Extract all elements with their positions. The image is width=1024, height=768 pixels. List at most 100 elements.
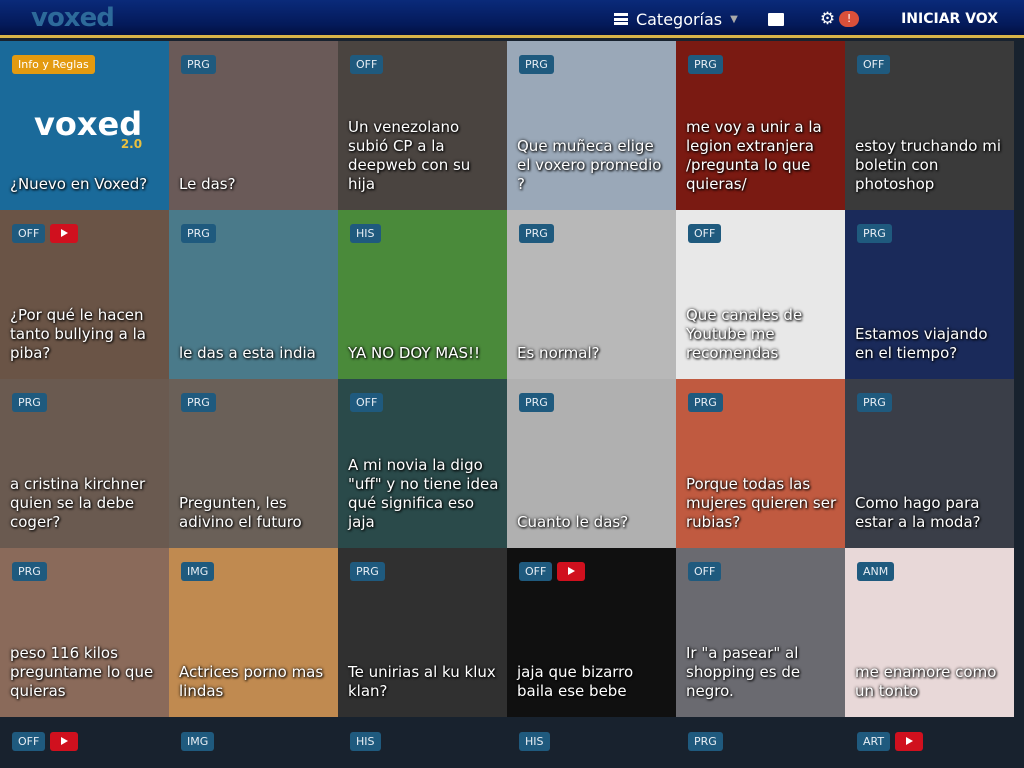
tile-title: Ir "a pasear" al shopping es de negro. bbox=[686, 644, 801, 700]
category-badge[interactable]: ANM bbox=[857, 562, 895, 581]
category-badge[interactable]: IMG bbox=[181, 562, 215, 581]
vox-tile[interactable]: HIS bbox=[338, 717, 507, 768]
category-badge[interactable]: PRG bbox=[519, 55, 554, 74]
tile-title: Le das? bbox=[179, 175, 236, 193]
voxed-logo-large: voxed 2.0 bbox=[34, 105, 143, 151]
tile-title: A mi novia la digo "uff" y no tiene idea… bbox=[348, 456, 499, 531]
vox-tile[interactable]: PRG Estamos viajando en el tiempo? bbox=[845, 210, 1014, 379]
tile-title: Como hago para estar a la moda? bbox=[855, 494, 981, 531]
youtube-icon bbox=[557, 562, 586, 581]
youtube-icon bbox=[895, 732, 924, 751]
vox-tile[interactable]: PRG peso 116 kilos preguntame lo que quie… bbox=[0, 548, 169, 717]
vox-tile[interactable]: IMG bbox=[169, 717, 338, 768]
category-badge[interactable]: PRG bbox=[181, 55, 216, 74]
category-badge[interactable]: OFF bbox=[688, 562, 722, 581]
vox-tile[interactable]: PRG bbox=[676, 717, 845, 768]
info-tile[interactable]: Info y Reglas voxed 2.0 ¿Nuevo en Voxed? bbox=[0, 41, 169, 210]
tile-title: ¿Por qué le hacen tanto bullying a la pi… bbox=[10, 306, 146, 362]
tile-title: me voy a unir a la legion extranjera /pr… bbox=[686, 118, 822, 193]
tile-title: a cristina kirchner quien se la debe cog… bbox=[10, 475, 146, 531]
top-navbar: voxed Categorías ▼ ⚙ ! INICIAR VOX bbox=[0, 0, 1024, 38]
vox-tile[interactable]: PRG Te unirias al ku klux klan? bbox=[338, 548, 507, 717]
tile-title: YA NO DOY MAS!! bbox=[348, 344, 481, 362]
vox-tile[interactable]: HIS bbox=[507, 717, 676, 768]
vox-tile[interactable]: PRG Que muñeca elige el voxero promedio ? bbox=[507, 41, 676, 210]
category-badge[interactable]: PRG bbox=[12, 562, 47, 581]
tile-title: Que muñeca elige el voxero promedio ? bbox=[517, 137, 662, 193]
category-badge[interactable]: PRG bbox=[688, 732, 723, 751]
vox-tile[interactable]: OFF estoy truchando mi boletin con photos… bbox=[845, 41, 1014, 210]
vox-tile[interactable]: OFF jaja que bizarro baila ese bebe bbox=[507, 548, 676, 717]
category-badge[interactable]: IMG bbox=[181, 732, 215, 751]
tile-title: Es normal? bbox=[517, 344, 600, 362]
category-badge[interactable]: HIS bbox=[350, 224, 381, 243]
vox-tile[interactable]: PRG me voy a unir a la legion extranjera … bbox=[676, 41, 845, 210]
vox-tile[interactable]: OFF Ir "a pasear" al shopping es de negro… bbox=[676, 548, 845, 717]
category-badge[interactable]: HIS bbox=[350, 732, 381, 751]
tile-title: me enamore como un tonto bbox=[855, 663, 997, 700]
category-badge[interactable]: PRG bbox=[688, 55, 723, 74]
vox-tile[interactable]: OFF bbox=[0, 717, 169, 768]
start-vox-button[interactable]: INICIAR VOX bbox=[901, 11, 998, 27]
vox-tile[interactable]: IMG Actrices porno mas lindas bbox=[169, 548, 338, 717]
tile-title: Porque todas las mujeres quieren ser rub… bbox=[686, 475, 837, 531]
gear-icon[interactable]: ⚙ bbox=[820, 9, 835, 29]
category-badge[interactable]: PRG bbox=[857, 393, 892, 412]
category-badge[interactable]: PRG bbox=[181, 393, 216, 412]
vox-tile[interactable]: PRG Como hago para estar a la moda? bbox=[845, 379, 1014, 548]
category-badge[interactable]: PRG bbox=[519, 393, 554, 412]
tile-title: Te unirias al ku klux klan? bbox=[348, 663, 496, 700]
tile-title: estoy truchando mi boletin con photoshop bbox=[855, 137, 1002, 193]
vox-tile[interactable]: HIS YA NO DOY MAS!! bbox=[338, 210, 507, 379]
tile-title: ¿Nuevo en Voxed? bbox=[10, 175, 148, 193]
category-badge[interactable]: OFF bbox=[12, 224, 46, 243]
tile-title: le das a esta india bbox=[179, 344, 316, 362]
category-badge[interactable]: PRG bbox=[350, 562, 385, 581]
tile-title: Un venezolano subió CP a la deepweb con … bbox=[348, 118, 471, 193]
info-rules-badge[interactable]: Info y Reglas bbox=[12, 55, 95, 74]
category-badge[interactable]: PRG bbox=[688, 393, 723, 412]
tile-title: jaja que bizarro baila ese bebe bbox=[517, 663, 634, 700]
category-badge[interactable]: PRG bbox=[519, 224, 554, 243]
tile-title: peso 116 kilos preguntame lo que quieras bbox=[10, 644, 154, 700]
vox-tile[interactable]: PRG Es normal? bbox=[507, 210, 676, 379]
vox-tile[interactable]: OFF A mi novia la digo "uff" y no tiene i… bbox=[338, 379, 507, 548]
bottom-row: OFF IMG HIS HIS PRG ART bbox=[0, 717, 1014, 768]
tile-title: Que canales de Youtube me recomendas bbox=[686, 306, 803, 362]
category-badge[interactable]: OFF bbox=[688, 224, 722, 243]
category-badge[interactable]: OFF bbox=[12, 732, 46, 751]
caret-down-icon: ▼ bbox=[730, 13, 738, 25]
vox-tile[interactable]: PRG le das a esta india bbox=[169, 210, 338, 379]
vox-tile[interactable]: OFF Que canales de Youtube me recomendas bbox=[676, 210, 845, 379]
vox-tile[interactable]: OFF Un venezolano subió CP a la deepweb c… bbox=[338, 41, 507, 210]
youtube-icon bbox=[50, 732, 79, 751]
category-badge[interactable]: OFF bbox=[350, 55, 384, 74]
category-badge[interactable]: OFF bbox=[350, 393, 384, 412]
category-badge[interactable]: HIS bbox=[519, 732, 550, 751]
vox-grid: Info y Reglas voxed 2.0 ¿Nuevo en Voxed? … bbox=[0, 41, 1014, 717]
folder-icon[interactable] bbox=[767, 12, 784, 26]
category-badge[interactable]: OFF bbox=[857, 55, 891, 74]
category-badge[interactable]: OFF bbox=[519, 562, 553, 581]
vox-tile[interactable]: PRG Cuanto le das? bbox=[507, 379, 676, 548]
category-badge[interactable]: PRG bbox=[181, 224, 216, 243]
tile-title: Pregunten, les adivino el futuro bbox=[179, 494, 302, 531]
youtube-icon bbox=[50, 224, 79, 243]
vox-tile[interactable]: PRG Le das? bbox=[169, 41, 338, 210]
category-badge[interactable]: PRG bbox=[857, 224, 892, 243]
tile-title: Actrices porno mas lindas bbox=[179, 663, 324, 700]
categories-dropdown[interactable]: Categorías ▼ bbox=[613, 10, 738, 29]
vox-tile[interactable]: PRG Porque todas las mujeres quieren ser … bbox=[676, 379, 845, 548]
category-badge[interactable]: ART bbox=[857, 732, 891, 751]
voxed-logo[interactable]: voxed bbox=[31, 3, 115, 33]
vox-tile[interactable]: OFF ¿Por qué le hacen tanto bullying a la… bbox=[0, 210, 169, 379]
category-badge[interactable]: PRG bbox=[12, 393, 47, 412]
vox-tile[interactable]: ART bbox=[845, 717, 1014, 768]
vox-tile[interactable]: PRG Pregunten, les adivino el futuro bbox=[169, 379, 338, 548]
tile-title: Cuanto le das? bbox=[517, 513, 629, 531]
vox-tile[interactable]: PRG a cristina kirchner quien se la debe … bbox=[0, 379, 169, 548]
notification-badge[interactable]: ! bbox=[839, 11, 860, 27]
tile-title: Estamos viajando en el tiempo? bbox=[855, 325, 988, 362]
vox-tile[interactable]: ANM me enamore como un tonto bbox=[845, 548, 1014, 717]
menu-icon bbox=[613, 13, 628, 25]
